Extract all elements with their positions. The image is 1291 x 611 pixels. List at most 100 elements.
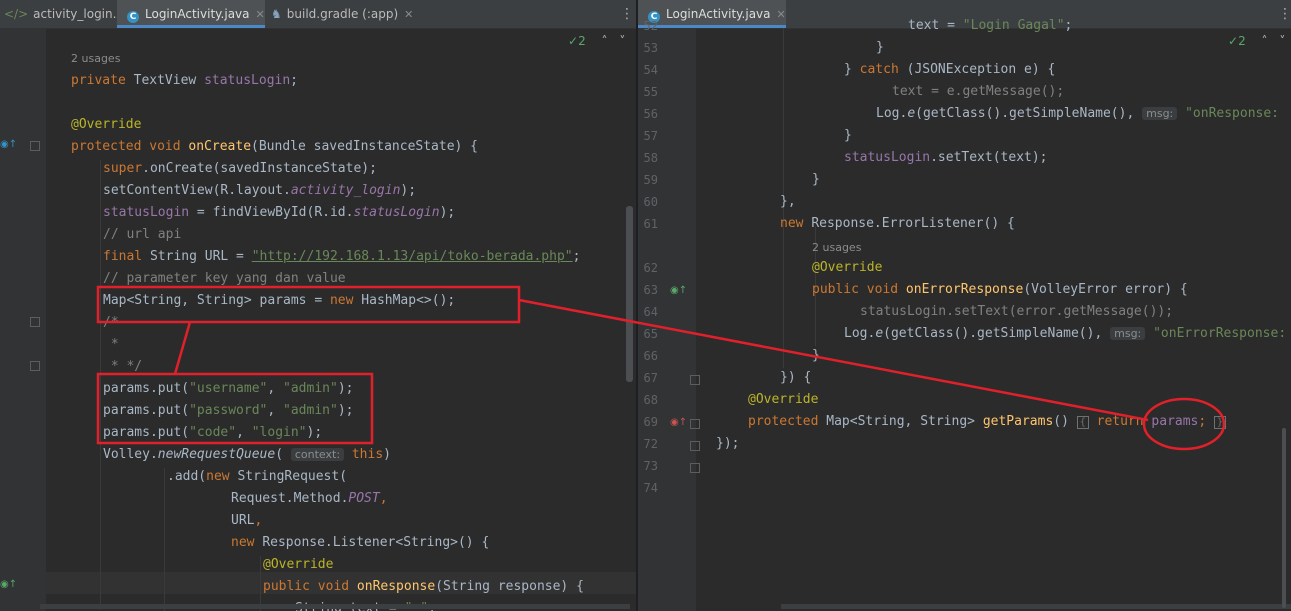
code-line[interactable]: public void onResponse(String response) … — [263, 576, 584, 598]
inspection-count: 2 — [578, 34, 586, 48]
code-line[interactable]: super.onCreate(savedInstanceState); — [103, 158, 377, 180]
inspection-widget[interactable]: ✓2 ˄ ˅ — [1228, 34, 1285, 48]
code-line[interactable]: private TextView statusLogin; — [71, 70, 298, 92]
code-token: text — [1000, 150, 1032, 165]
code-token: * — [103, 337, 119, 352]
code-token: "login" — [251, 425, 307, 440]
fold-marker[interactable] — [30, 361, 40, 371]
code-line[interactable]: }, — [780, 191, 796, 213]
code-line[interactable]: params.put("username", "admin"); — [103, 378, 353, 400]
code-line[interactable]: @Override — [748, 389, 818, 411]
code-line[interactable]: } catch (JSONException e) { — [844, 59, 1055, 81]
code-line[interactable]: text = e.getMessage(); — [892, 81, 1064, 103]
code-line[interactable]: } — [876, 37, 884, 59]
fold-marker[interactable] — [30, 141, 40, 151]
implement-icon[interactable]: ◉↑ — [670, 280, 687, 302]
override-icon[interactable]: ◉↑ — [670, 412, 687, 434]
more-tabs-icon[interactable]: ⋮ — [1278, 0, 1291, 28]
chevron-down-icon[interactable]: ˅ — [1279, 34, 1285, 48]
code-token: Response.Listener<String>() { — [262, 535, 490, 550]
code-token: // parameter key yang dan value — [103, 271, 346, 286]
code-token: catch — [859, 62, 907, 77]
horizontal-scrollbar[interactable] — [40, 604, 630, 609]
implement-icon[interactable]: ◉↑ — [0, 574, 17, 596]
code-token: params.put( — [103, 425, 190, 440]
code-line[interactable]: .add(new StringRequest( — [167, 466, 347, 488]
code-line[interactable]: setContentView(R.layout.activity_login); — [103, 180, 416, 202]
code-line[interactable]: @Override — [812, 257, 882, 279]
code-line[interactable]: Volley.newRequestQueue( context: this) — [103, 444, 391, 466]
code-line[interactable]: new Response.Listener<String>() { — [231, 532, 489, 554]
code-line[interactable]: } — [844, 125, 852, 147]
code-line[interactable]: statusLogin.setText(text); — [844, 147, 1048, 169]
right-code-area[interactable]: text = "Login Gagal";}} catch (JSONExcep… — [696, 18, 1291, 611]
code-line[interactable]: public void onErrorResponse(VolleyError … — [812, 279, 1188, 301]
code-line[interactable]: * */ — [103, 356, 142, 378]
code-token: (VolleyError error) { — [1023, 282, 1188, 297]
code-line[interactable]: /* — [103, 312, 119, 334]
code-line[interactable]: Log.e(getClass().getSimpleName(), msg: "… — [876, 103, 1287, 125]
code-token: ); — [337, 403, 354, 418]
chevron-up-icon[interactable]: ˄ — [1262, 34, 1268, 48]
code-token: ); — [439, 205, 456, 220]
code-line[interactable]: new Response.ErrorListener() { — [780, 213, 1015, 235]
horizontal-scrollbar[interactable] — [781, 604, 1291, 609]
code-line[interactable]: final String URL = "http://192.168.1.13/… — [103, 246, 580, 268]
check-icon: ✓ — [1228, 34, 1239, 48]
tab-build-gradle[interactable]: ♞ build.gradle (:app) ✕ — [267, 0, 421, 28]
line-number: 68 — [643, 393, 658, 407]
inspection-widget[interactable]: ✓2 ˄ ˅ — [568, 34, 625, 48]
code-token: } — [844, 62, 860, 77]
code-line[interactable]: 2 usages — [812, 237, 861, 259]
code-line[interactable]: * — [103, 334, 119, 356]
tab-login-activity-java[interactable]: C LoginActivity.java ✕ — [638, 0, 786, 28]
code-line[interactable]: text = "Login Gagal"; — [908, 15, 1072, 37]
chevron-up-icon[interactable]: ˄ — [602, 34, 608, 48]
code-token: text = e.getMessage(); — [892, 84, 1065, 99]
code-line[interactable]: statusLogin.setText(error.getMessage()); — [860, 301, 1173, 323]
code-token: "onResponse: — [1177, 106, 1287, 121]
code-line[interactable]: 2 usages — [71, 48, 120, 70]
code-line[interactable]: }); — [716, 433, 739, 455]
code-line[interactable]: protected Map<String, String> getParams(… — [748, 411, 1227, 433]
close-icon[interactable]: ✕ — [777, 8, 786, 21]
code-line[interactable]: Map<String, String> params = new HashMap… — [103, 290, 455, 312]
code-token: new — [231, 535, 263, 550]
code-line[interactable]: // url api — [103, 224, 181, 246]
code-line[interactable]: @Override — [263, 554, 333, 576]
code-token: statusLogin — [204, 73, 291, 88]
tab-login-activity-java[interactable]: C LoginActivity.java ✕ — [117, 0, 265, 28]
close-icon[interactable]: ✕ — [404, 8, 413, 21]
close-icon[interactable]: ✕ — [256, 8, 265, 21]
code-line[interactable]: } — [812, 169, 820, 191]
code-token: @Override — [748, 392, 819, 407]
code-line[interactable]: params.put("password", "admin"); — [103, 400, 353, 422]
code-line[interactable]: Request.Method.POST, — [231, 488, 388, 510]
vertical-scrollbar[interactable] — [626, 206, 633, 382]
code-line[interactable]: statusLogin = findViewById(R.id.statusLo… — [103, 202, 455, 224]
more-tabs-icon[interactable]: ⋮ — [620, 0, 634, 28]
line-number: 67 — [643, 371, 658, 385]
code-line[interactable]: protected void onCreate(Bundle savedInst… — [71, 136, 478, 158]
indent-guide — [164, 468, 165, 611]
code-token: (JSONException e) { — [906, 62, 1056, 77]
override-icon[interactable]: ◉↑ — [0, 134, 17, 156]
fold-marker[interactable] — [30, 317, 40, 327]
code-line[interactable]: } — [812, 345, 820, 367]
code-line[interactable]: }) { — [780, 367, 811, 389]
code-token: ; — [1064, 18, 1073, 33]
code-token: (String response) { — [435, 579, 584, 594]
code-line[interactable]: params.put("code", "login"); — [103, 422, 322, 444]
code-token: "http://192.168.1.13/api/toko-berada.php… — [251, 249, 573, 264]
chevron-down-icon[interactable]: ˅ — [619, 34, 625, 48]
code-token: private — [71, 73, 134, 88]
indent-guide — [100, 160, 101, 610]
tab-activity-login-xml[interactable]: </>activity_login.xml✕ — [0, 0, 154, 28]
vertical-scrollbar[interactable] — [1282, 428, 1286, 608]
code-line[interactable]: @Override — [71, 114, 141, 136]
code-line[interactable]: Log.e(getClass().getSimpleName(), msg: "… — [844, 323, 1286, 345]
left-code-area[interactable]: 2 usages private TextView statusLogin; @Ov… — [40, 28, 636, 611]
code-line[interactable]: URL, — [231, 510, 262, 532]
code-line[interactable]: // parameter key yang dan value — [103, 268, 346, 290]
code-token: text = — [908, 18, 963, 33]
